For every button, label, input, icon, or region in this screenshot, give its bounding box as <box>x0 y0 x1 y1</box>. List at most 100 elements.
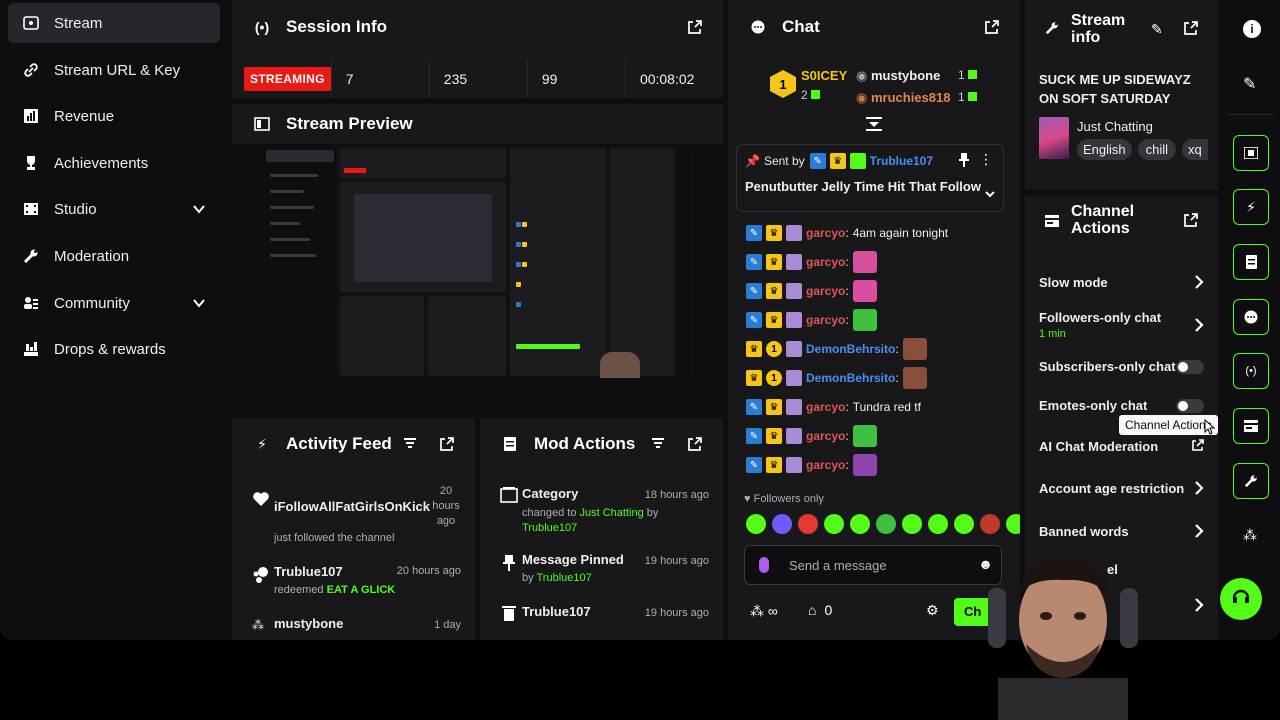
chat-username[interactable]: garcyo <box>806 400 845 414</box>
leaderboard-second[interactable]: ◉ mustybone <box>856 68 940 84</box>
chat-username[interactable]: garcyo <box>806 226 845 240</box>
emote-picker-item[interactable] <box>746 514 766 534</box>
subscribers-only-toggle[interactable] <box>1176 360 1204 374</box>
sidebar-item-achievements[interactable]: Achievements <box>8 143 220 183</box>
category-thumbnail[interactable] <box>1039 117 1069 159</box>
edit-icon[interactable]: ✎ <box>1243 74 1256 94</box>
age-restriction-item[interactable]: Account age restriction <box>1039 481 1204 496</box>
chevron-down-icon[interactable] <box>985 185 995 203</box>
chat-message[interactable]: ✎ ♛ garcyo:4am again tonight <box>746 222 948 244</box>
rail-stream-preview-button[interactable] <box>1233 135 1269 171</box>
sidebar-item-drops-rewards[interactable]: Drops & rewards <box>8 329 220 369</box>
chat-username[interactable]: garcyo <box>806 284 845 298</box>
chat-username[interactable]: DemonBehrsito <box>806 342 895 356</box>
sidebar-item-stream-url-key[interactable]: Stream URL & Key <box>8 50 220 90</box>
activity-user[interactable]: Trublue107 <box>274 564 343 579</box>
headset-icon <box>1231 587 1251 612</box>
sidebar-item-community[interactable]: Community <box>8 283 220 323</box>
leaderboard-third[interactable]: ◉ mruchies818 <box>856 90 950 106</box>
popout-icon[interactable] <box>984 19 1000 35</box>
chat-message[interactable]: ✎ ♛ garcyo: <box>746 280 877 302</box>
points-icon[interactable]: ⁂ <box>1243 527 1257 544</box>
support-button[interactable] <box>1220 578 1262 620</box>
followers-only-item[interactable]: Followers-only chat 1 min <box>1039 310 1204 340</box>
chat-username[interactable]: garcyo <box>806 458 845 472</box>
rail-activity-feed-button[interactable]: ⚡ <box>1233 189 1269 225</box>
rail-session-info-button[interactable]: (•) <box>1233 353 1269 389</box>
emote-picker-item[interactable] <box>798 514 818 534</box>
banned-words-item[interactable]: Banned words <box>1039 524 1204 539</box>
emote-picker-item[interactable] <box>980 514 1000 534</box>
stream-preview-video[interactable] <box>264 146 694 378</box>
filter-icon[interactable] <box>403 436 419 452</box>
points-icon[interactable]: ⁂ ∞ <box>750 603 778 620</box>
chat-username[interactable]: garcyo <box>806 255 845 269</box>
emote-picker-item[interactable] <box>902 514 922 534</box>
emote-picker-item[interactable] <box>850 514 870 534</box>
moderator-link[interactable]: Trublue107 <box>522 522 577 534</box>
chat-mode-label: Followers only <box>753 493 824 505</box>
chat-username[interactable]: garcyo <box>806 313 845 327</box>
chat-message[interactable]: ✎ ♛ garcyo: <box>746 454 877 476</box>
popout-icon[interactable] <box>687 19 703 35</box>
category-name[interactable]: Just Chatting <box>1077 119 1153 134</box>
chat-message[interactable]: ✎ ♛ garcyo: <box>746 309 877 331</box>
sidebar-item-revenue[interactable]: Revenue <box>8 96 220 136</box>
emote-picker-item[interactable] <box>928 514 948 534</box>
chat-message[interactable]: ♛ 1 DemonBehrsito: <box>746 367 927 389</box>
more-icon[interactable]: ⋮ <box>979 151 993 168</box>
emotes-only-toggle[interactable] <box>1176 399 1204 413</box>
chat-message[interactable]: ♛ 1 DemonBehrsito: <box>746 338 927 360</box>
points-balance[interactable]: ⌂ 0 <box>808 602 832 618</box>
tag[interactable]: English <box>1077 139 1132 160</box>
filter-icon[interactable] <box>651 436 667 452</box>
gear-icon[interactable]: ⚙ <box>926 602 939 619</box>
popout-icon[interactable] <box>687 436 703 452</box>
preview-badge <box>522 262 527 267</box>
chat-message[interactable]: ✎ ♛ garcyo: <box>746 251 877 273</box>
emote-picker-item[interactable] <box>1006 514 1020 534</box>
slow-mode-item[interactable]: Slow mode <box>1039 275 1204 290</box>
popout-icon[interactable] <box>1183 20 1199 36</box>
sidebar-item-studio[interactable]: Studio <box>8 189 220 229</box>
rail-stream-info-button[interactable] <box>1233 463 1269 499</box>
chat-message[interactable]: ✎ ♛ garcyo: Tundra red tf <box>746 396 921 418</box>
sidebar-item-stream[interactable]: Stream <box>8 3 220 43</box>
chat-username[interactable]: garcyo <box>806 429 845 443</box>
link-icon <box>22 61 40 79</box>
chevron-down-icon[interactable] <box>192 296 206 310</box>
leaderboard-first-name[interactable]: S0ICEY <box>801 68 847 83</box>
activity-user[interactable]: mustybone <box>274 616 343 631</box>
info-icon[interactable]: i <box>1243 20 1261 38</box>
tag[interactable]: chill <box>1137 139 1177 160</box>
collapse-icon[interactable] <box>866 117 882 136</box>
popout-icon[interactable] <box>1183 212 1199 228</box>
pinned-author[interactable]: Trublue107 <box>870 154 933 168</box>
rail-channel-actions-button[interactable] <box>1233 408 1269 444</box>
vip-badge: ♛ <box>766 399 782 415</box>
activity-user[interactable]: iFollowAllFatGirlsOnKick <box>274 499 430 514</box>
panel-title: Channel Actions <box>1071 203 1135 237</box>
pinned-message[interactable]: 📌 Sent by ✎ ♛ Trublue107 ⋮ Penutbutter J… <box>736 144 1004 212</box>
moderator-link[interactable]: Trublue107 <box>536 572 591 584</box>
pin-icon[interactable] <box>959 153 969 172</box>
tag[interactable]: xq <box>1182 139 1208 160</box>
emote-picker-item[interactable] <box>772 514 792 534</box>
rail-chat-button[interactable] <box>1233 299 1269 335</box>
chat-message[interactable]: ✎ ♛ garcyo: <box>746 425 877 447</box>
activity-item: iFollowAllFatGirlsOnKick just followed t… <box>252 485 463 548</box>
edit-icon[interactable]: ✎ <box>1151 21 1163 38</box>
emote-picker-item[interactable] <box>824 514 844 534</box>
rail-mod-actions-button[interactable] <box>1233 244 1269 280</box>
sidebar-item-moderation[interactable]: Moderation <box>8 236 220 276</box>
category-link[interactable]: Just Chatting <box>580 507 644 519</box>
chat-input[interactable]: Send a message ☻ <box>744 545 1002 585</box>
emote-picker-item[interactable] <box>876 514 896 534</box>
chevron-down-icon[interactable] <box>192 202 206 216</box>
emote-picker-item[interactable] <box>954 514 974 534</box>
chat-username[interactable]: DemonBehrsito <box>806 371 895 385</box>
mic-icon[interactable] <box>759 557 769 573</box>
wrench-icon <box>1244 474 1258 488</box>
popout-icon[interactable] <box>439 436 455 452</box>
ai-moderation-item[interactable]: AI Chat Moderation <box>1039 439 1204 454</box>
